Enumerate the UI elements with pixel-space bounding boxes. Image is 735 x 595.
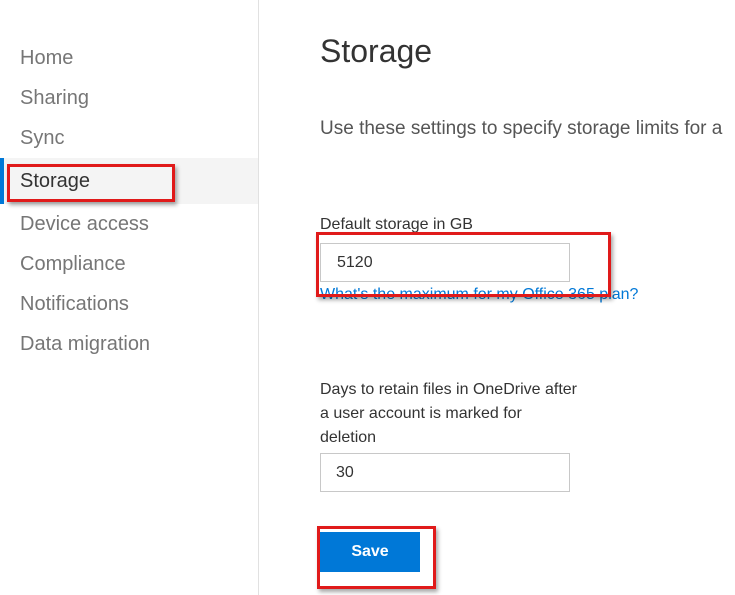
sidebar-item-storage[interactable]: Storage bbox=[0, 158, 258, 204]
sidebar-item-sharing[interactable]: Sharing bbox=[0, 78, 258, 118]
sidebar: Home Sharing Sync Storage Device access … bbox=[0, 0, 259, 595]
default-storage-label: Default storage in GB bbox=[320, 216, 473, 233]
page-title: Storage bbox=[320, 33, 433, 69]
sidebar-item-notifications[interactable]: Notifications bbox=[0, 284, 258, 324]
sidebar-item-home[interactable]: Home bbox=[0, 38, 258, 78]
onedrive-admin-center: Home Sharing Sync Storage Device access … bbox=[0, 0, 735, 595]
sidebar-item-compliance[interactable]: Compliance bbox=[0, 244, 258, 284]
page-description: Use these settings to specify storage li… bbox=[320, 118, 723, 139]
sidebar-item-device-access[interactable]: Device access bbox=[0, 204, 258, 244]
retention-days-input[interactable] bbox=[320, 453, 570, 492]
sidebar-item-data-migration[interactable]: Data migration bbox=[0, 324, 258, 364]
sidebar-item-sync[interactable]: Sync bbox=[0, 118, 258, 158]
save-button[interactable]: Save bbox=[320, 532, 420, 572]
sidebar-nav: Home Sharing Sync Storage Device access … bbox=[0, 38, 258, 364]
max-storage-help-link[interactable]: What's the maximum for my Office 365 pla… bbox=[320, 286, 638, 304]
main-content: Storage Use these settings to specify st… bbox=[320, 0, 735, 595]
default-storage-input[interactable] bbox=[320, 243, 570, 282]
retention-days-label: Days to retain files in OneDrive after a… bbox=[320, 381, 577, 446]
